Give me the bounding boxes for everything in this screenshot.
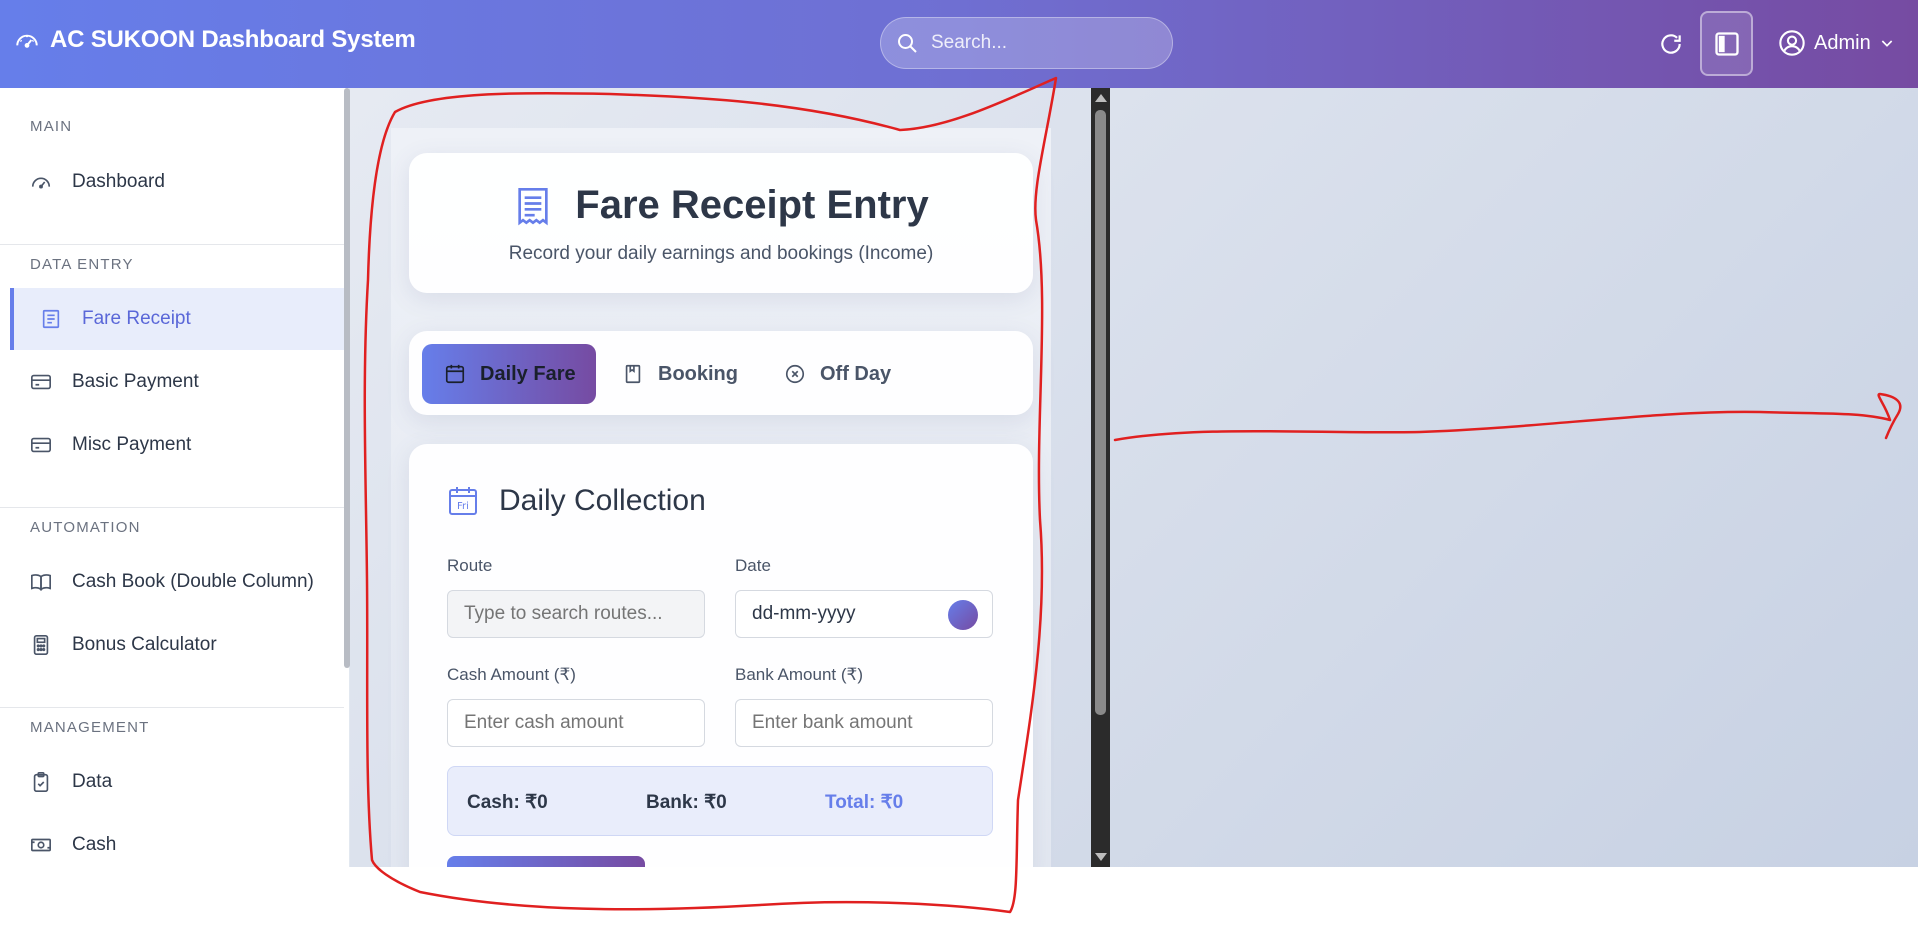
search-input[interactable]	[931, 32, 1151, 54]
sidebar-layout-icon	[1714, 31, 1739, 56]
date-value: dd-mm-yyyy	[752, 603, 856, 624]
card-icon	[31, 437, 51, 453]
user-circle-icon	[1779, 30, 1805, 56]
scroll-up-arrow[interactable]	[1095, 94, 1107, 102]
scroll-thumb[interactable]	[1095, 110, 1106, 715]
sidebar-item-bonus-calculator[interactable]: Bonus Calculator	[0, 614, 344, 676]
search-icon	[898, 34, 917, 53]
user-name: Admin	[1814, 31, 1871, 54]
app-viewport: AC SUKOON Dashboard System Admin	[0, 0, 1918, 867]
card-icon	[31, 374, 51, 390]
booking-journal-icon	[625, 364, 641, 384]
calendar-fri-icon: Fri	[449, 487, 477, 515]
book-icon	[31, 574, 51, 591]
date-input[interactable]: dd-mm-yyyy	[735, 590, 993, 638]
sidebar-item-label: Basic Payment	[72, 371, 199, 392]
sidebar-section-management: MANAGEMENT	[30, 719, 150, 736]
sidebar-section-data-entry: DATA ENTRY	[30, 256, 134, 273]
form-header: Fri Daily Collection	[447, 484, 706, 518]
dashboard-icon	[31, 177, 51, 189]
sidebar-item-label: Fare Receipt	[82, 308, 191, 329]
user-menu[interactable]: Admin	[1778, 29, 1895, 57]
bank-amount-label: Bank Amount (₹)	[735, 665, 863, 684]
sidebar-item-label: Bonus Calculator	[72, 634, 217, 655]
summary-total: Total: ₹0	[825, 792, 904, 813]
route-label: Route	[447, 556, 493, 575]
sidebar-item-data[interactable]: Data	[0, 751, 344, 813]
summary-cash: Cash: ₹0	[467, 792, 548, 813]
form-title: Daily Collection	[499, 484, 706, 517]
sidebar-item-dashboard[interactable]: Dashboard	[0, 151, 344, 213]
speedometer-icon	[16, 34, 38, 48]
sidebar-item-label: Dashboard	[72, 171, 165, 192]
page-header-card: Fare Receipt Entry Record your daily ear…	[409, 153, 1033, 293]
sidebar-divider	[0, 507, 344, 508]
submit-button[interactable]	[447, 856, 645, 867]
sidebar-divider	[0, 707, 344, 708]
sidebar-toggle-button[interactable]	[1700, 11, 1753, 76]
tab-daily-fare[interactable]: Daily Fare	[422, 344, 596, 404]
calendar-icon	[445, 364, 465, 384]
tab-booking[interactable]: Booking	[622, 344, 738, 404]
sidebar-section-main: MAIN	[30, 118, 73, 135]
date-picker-button[interactable]	[948, 600, 978, 630]
sidebar-item-misc-payment[interactable]: Misc Payment	[0, 414, 344, 476]
x-circle-icon	[785, 364, 805, 384]
page-title: Fare Receipt Entry	[575, 183, 929, 227]
calculator-icon	[33, 635, 49, 655]
sidebar: MAIN Dashboard DATA ENTRY Fare Receipt B…	[0, 88, 350, 867]
sidebar-section-automation: AUTOMATION	[30, 519, 141, 536]
sidebar-item-label: Misc Payment	[72, 434, 192, 455]
sidebar-item-fare-receipt[interactable]: Fare Receipt	[10, 288, 344, 350]
cash-amount-label: Cash Amount (₹)	[447, 665, 576, 684]
sidebar-item-cash-book[interactable]: Cash Book (Double Column)	[0, 551, 344, 613]
tab-off-day[interactable]: Off Day	[784, 344, 891, 404]
brand[interactable]: AC SUKOON Dashboard System	[14, 26, 416, 54]
amount-summary: Cash: ₹0 Bank: ₹0 Total: ₹0	[447, 766, 993, 836]
page-subtitle: Record your daily earnings and bookings …	[508, 243, 934, 264]
refresh-icon[interactable]	[1658, 31, 1684, 57]
sidebar-divider	[0, 244, 344, 245]
daily-collection-form: Fri Daily Collection Route Date dd-mm-yy…	[409, 444, 1033, 867]
sidebar-item-label: Cash Book (Double Column)	[72, 571, 314, 592]
tab-label: Booking	[658, 362, 738, 385]
clipboard-icon	[33, 772, 49, 792]
summary-bank: Bank: ₹0	[646, 792, 727, 813]
content-scrollbar[interactable]	[1091, 88, 1110, 867]
receipt-icon	[518, 187, 548, 225]
cash-amount-input[interactable]	[447, 699, 705, 747]
scroll-down-arrow[interactable]	[1095, 853, 1107, 861]
receipt-icon	[42, 309, 60, 329]
date-label: Date	[735, 556, 771, 575]
sidebar-item-label: Cash	[72, 834, 117, 855]
tab-label: Daily Fare	[480, 362, 576, 385]
bank-amount-input[interactable]	[735, 699, 993, 747]
search-box[interactable]	[880, 17, 1173, 69]
tabs-bar: Daily Fare Booking Off Day	[409, 331, 1033, 415]
tab-label: Off Day	[820, 362, 892, 385]
route-input[interactable]	[447, 590, 705, 638]
top-header: AC SUKOON Dashboard System Admin	[0, 0, 1918, 88]
app-title: AC SUKOON Dashboard System	[50, 26, 416, 53]
sidebar-item-basic-payment[interactable]: Basic Payment	[0, 351, 344, 413]
sidebar-item-label: Data	[72, 771, 113, 792]
svg-text:Fri: Fri	[457, 501, 469, 512]
chevron-down-icon	[1881, 40, 1892, 47]
sidebar-item-cash[interactable]: Cash	[0, 814, 344, 867]
cash-icon	[31, 838, 51, 852]
